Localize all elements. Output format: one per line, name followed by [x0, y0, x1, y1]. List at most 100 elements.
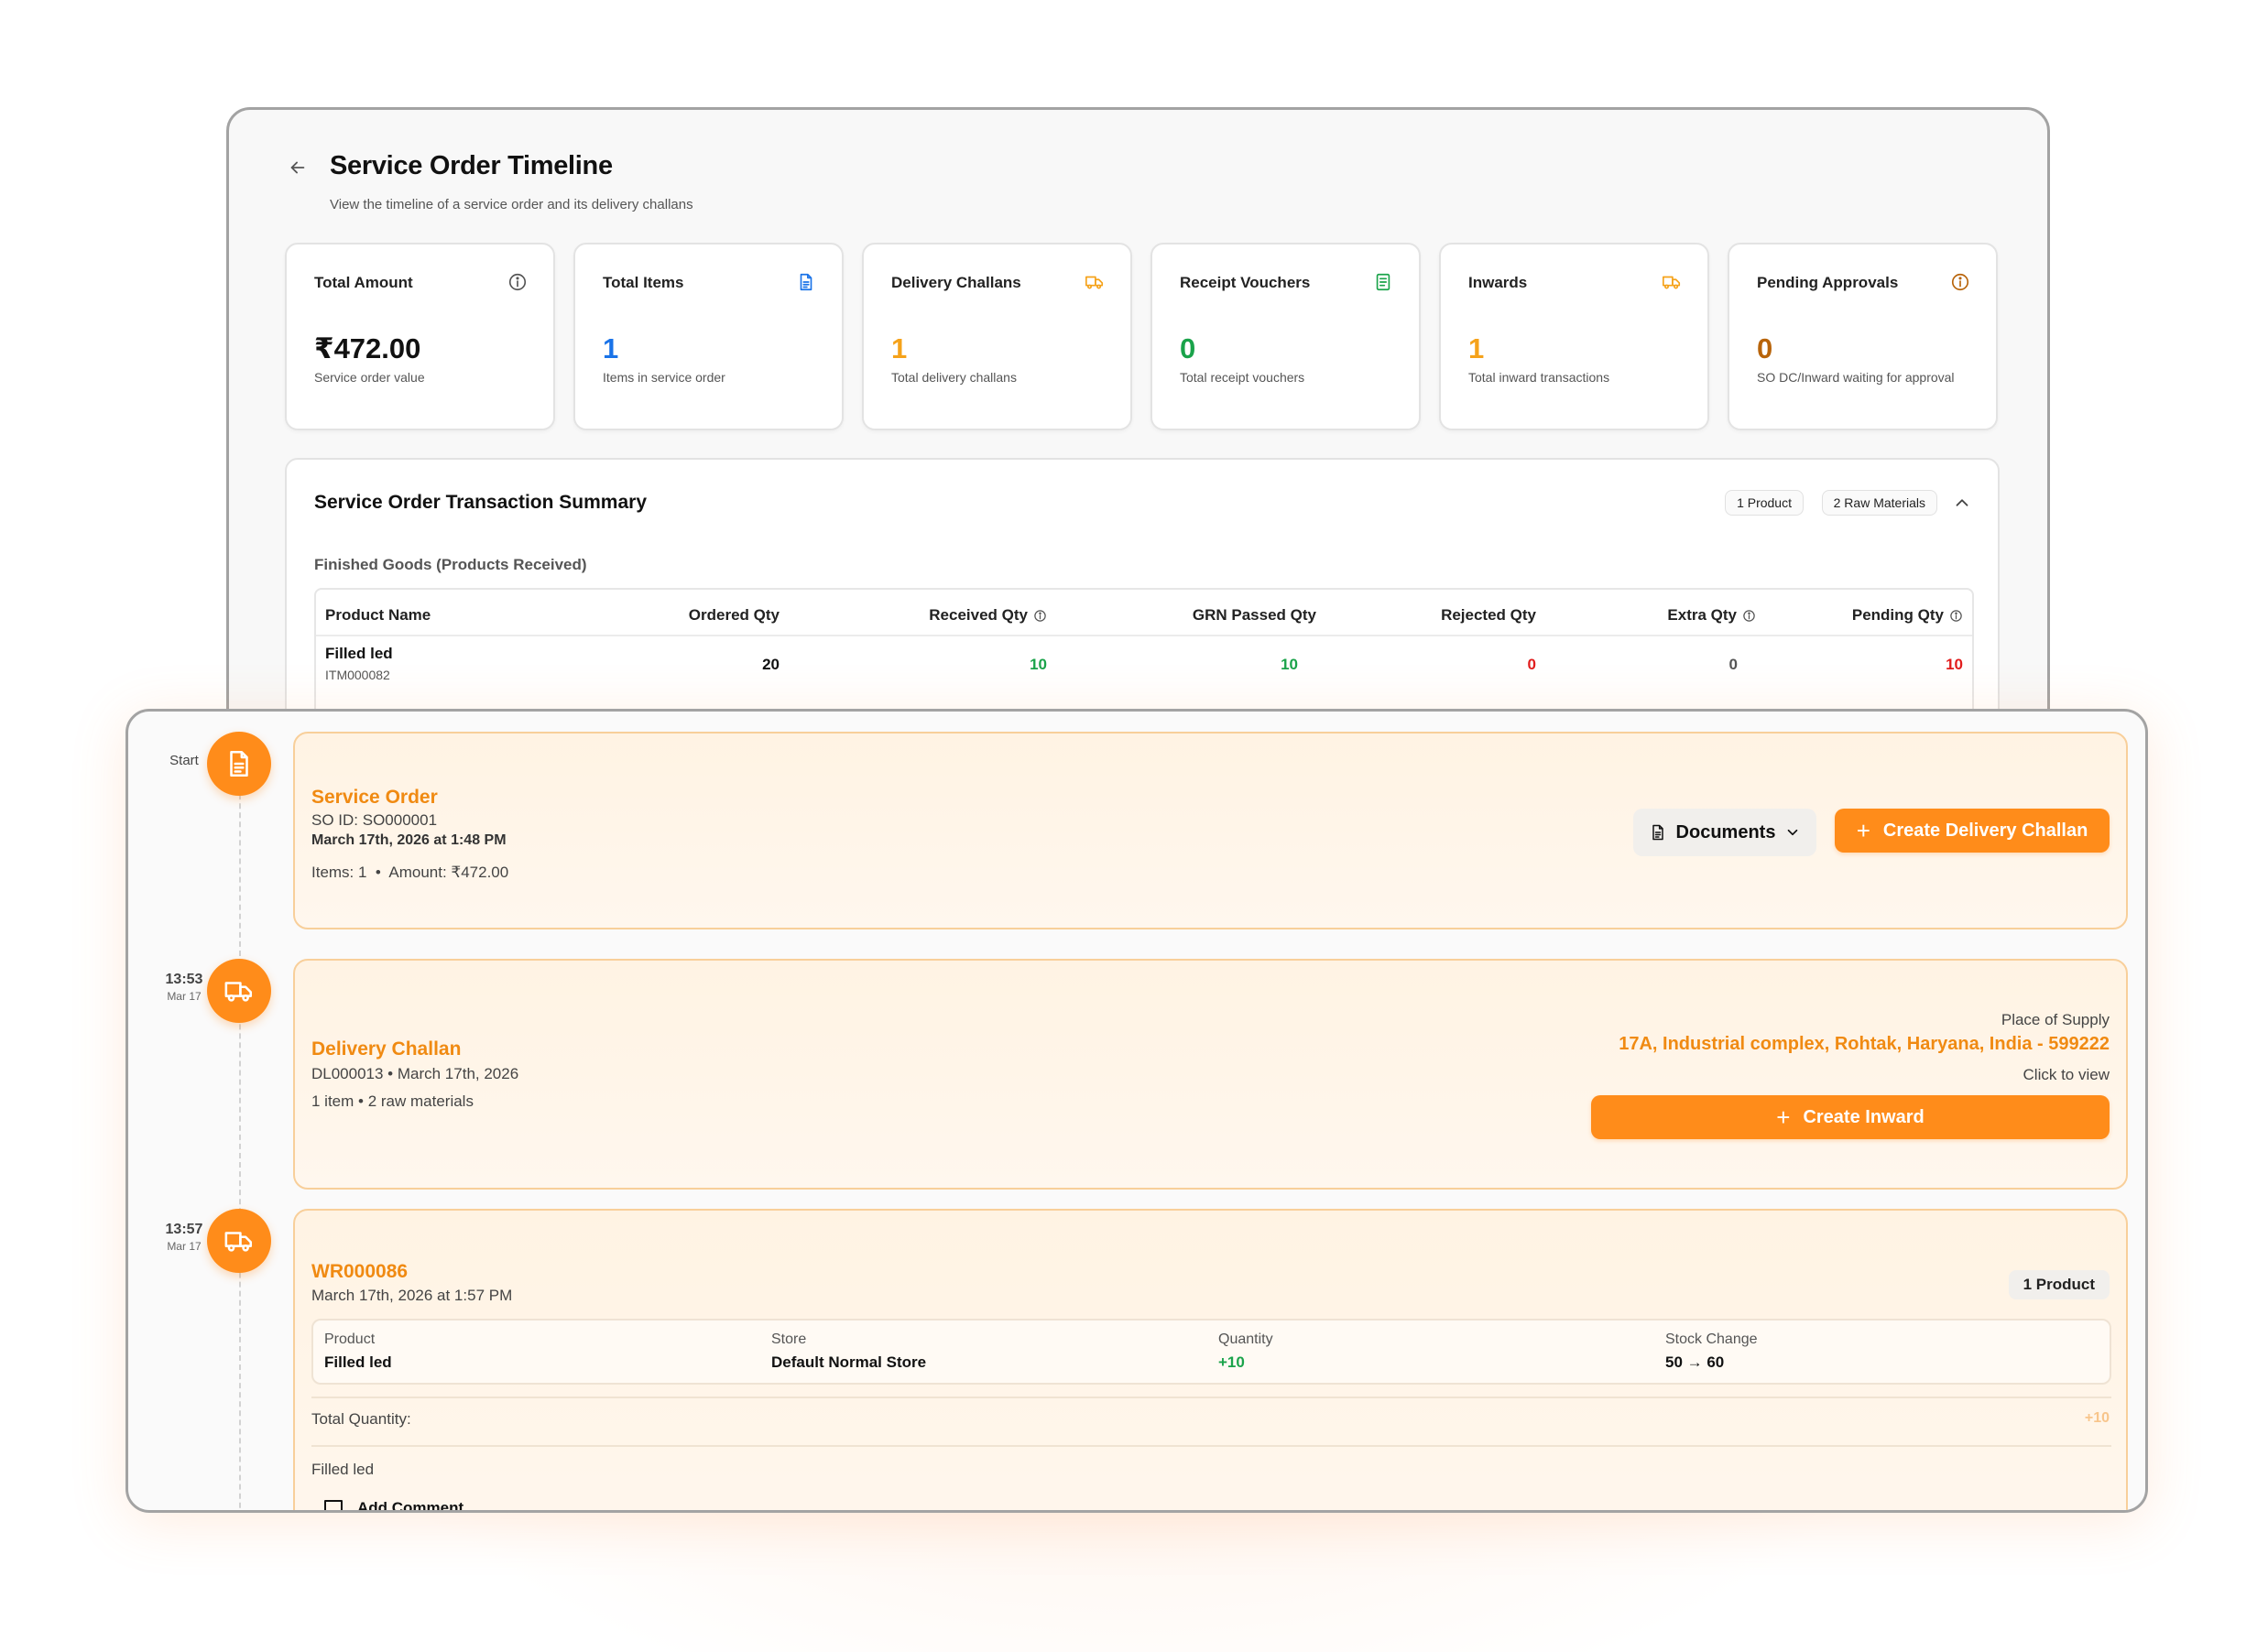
timeline-line — [239, 766, 241, 1510]
raw-materials-badge: 2 Raw Materials — [1821, 490, 1937, 516]
dc-id-date: DL000013 • March 17th, 2026 — [311, 1065, 519, 1082]
document-icon — [230, 750, 248, 777]
product-count-badge: 1 Product — [1725, 490, 1804, 516]
so-date: March 17th, 2026 at 1:48 PM — [311, 832, 507, 848]
extra-qty: 0 — [1728, 656, 1738, 673]
inward-items-table: Product Filled led Store Default Normal … — [311, 1319, 2111, 1385]
stat-label: Total Amount — [314, 274, 413, 291]
column-header: Rejected Qty — [1441, 606, 1536, 624]
stat-desc: Total delivery challans — [891, 370, 1017, 385]
inward-event: WR000086 March 17th, 2026 at 1:57 PM 1 P… — [293, 1209, 2128, 1513]
pending-qty: 10 — [1946, 656, 1963, 673]
button-label: Create Delivery Challan — [1882, 820, 2088, 841]
create-inward-button[interactable]: + Create Inward — [1591, 1095, 2110, 1139]
truck-icon — [1085, 276, 1104, 289]
so-items-amount: Items: 1 • Amount: ₹472.00 — [311, 864, 509, 881]
add-comment-button[interactable]: Add Comment — [322, 1497, 464, 1513]
column-header: Pending Qty — [1782, 606, 1963, 625]
create-delivery-challan-button[interactable]: + Create Delivery Challan — [1835, 809, 2110, 853]
column-header: Ordered Qty — [688, 606, 780, 624]
stat-value: 1 — [1468, 332, 1485, 364]
column-header: Product Name — [325, 606, 431, 624]
info-icon[interactable] — [1033, 609, 1047, 623]
truck-icon — [224, 1232, 253, 1252]
stat-card-total-items: Total Items 1 Items in service order — [573, 243, 844, 430]
stat-card-delivery-challans: Delivery Challans 1 Total delivery chall… — [862, 243, 1132, 430]
stats-cards: Total Amount ₹472.00 Service order value… — [285, 243, 2000, 430]
product-cell: Product Filled led — [324, 1331, 392, 1372]
product-count-badge: 1 Product — [2008, 1270, 2110, 1299]
service-order-node — [207, 732, 271, 796]
stat-desc: Items in service order — [603, 370, 725, 385]
stat-label: Receipt Vouchers — [1180, 274, 1311, 291]
header-divider — [316, 635, 1972, 636]
stat-desc: SO DC/Inward waiting for approval — [1757, 370, 1955, 385]
documents-dropdown[interactable]: Documents — [1633, 809, 1816, 856]
delivery-challan-node — [207, 959, 271, 1023]
stat-card-total-amount: Total Amount ₹472.00 Service order value — [285, 243, 555, 430]
place-of-supply-address[interactable]: 17A, Industrial complex, Rohtak, Haryana… — [1619, 1034, 2110, 1055]
document-icon — [800, 273, 812, 291]
ordered-qty: 20 — [762, 656, 780, 673]
product-code: ITM000082 — [325, 668, 390, 682]
stat-value: 0 — [1757, 332, 1773, 364]
received-qty: 10 — [1030, 656, 1047, 673]
stat-label: Pending Approvals — [1757, 274, 1899, 291]
divider — [311, 1445, 2111, 1447]
stat-label: Delivery Challans — [891, 274, 1021, 291]
dc-items: 1 item • 2 raw materials — [311, 1092, 474, 1110]
inward-note: Filled led — [311, 1461, 375, 1478]
stat-desc: Service order value — [314, 370, 425, 385]
section-subtitle: Finished Goods (Products Received) — [314, 556, 587, 573]
info-icon[interactable] — [1742, 609, 1756, 623]
back-button[interactable] — [288, 158, 315, 185]
add-comment-label: Add Comment — [357, 1499, 464, 1513]
receipt-icon — [1376, 273, 1390, 291]
event-title: Service Order — [311, 787, 438, 808]
delivery-challan-event[interactable]: Delivery Challan DL000013 • March 17th, … — [293, 959, 2128, 1190]
stat-value: 0 — [1180, 332, 1196, 364]
stat-desc: Total inward transactions — [1468, 370, 1610, 385]
cell-value: Default Normal Store — [771, 1353, 927, 1371]
stat-value: ₹472.00 — [314, 332, 421, 364]
store-cell: Store Default Normal Store — [771, 1331, 926, 1372]
place-of-supply-label: Place of Supply — [2001, 1011, 2110, 1028]
page-title: Service Order Timeline — [330, 151, 613, 180]
stat-card-receipt-vouchers: Receipt Vouchers 0 Total receipt voucher… — [1150, 243, 1421, 430]
cell-value: Filled led — [324, 1353, 392, 1371]
stat-value: 1 — [891, 332, 908, 364]
timeline-window: Start Service Order SO ID: SO000001 Marc… — [125, 709, 2148, 1513]
divider — [311, 1397, 2111, 1398]
cell-label: Quantity — [1218, 1331, 1273, 1347]
column-header: Received Qty — [884, 606, 1047, 625]
chevron-up-icon[interactable] — [1952, 493, 1972, 513]
inward-node — [207, 1209, 271, 1273]
stat-label: Inwards — [1468, 274, 1528, 291]
service-order-window: Service Order Timeline View the timeline… — [226, 107, 2050, 766]
so-id: SO ID: SO000001 — [311, 811, 438, 829]
info-icon — [508, 273, 527, 291]
event-title[interactable]: WR000086 — [311, 1261, 408, 1283]
info-icon[interactable] — [1949, 609, 1963, 623]
total-quantity-label: Total Quantity: — [311, 1410, 411, 1428]
cell-label: Product — [324, 1331, 376, 1347]
product-name: Filled led — [325, 645, 393, 662]
documents-label: Documents — [1675, 821, 1776, 842]
cell-value: 50 → 60 — [1665, 1353, 1725, 1371]
click-to-view-link[interactable]: Click to view — [2023, 1066, 2110, 1084]
cell-label: Stock Change — [1665, 1331, 1758, 1347]
stock-change-cell: Stock Change 50 → 60 — [1665, 1331, 1758, 1372]
stat-value: 1 — [603, 332, 619, 364]
summary-title: Service Order Transaction Summary — [314, 492, 647, 513]
plus-icon: + — [1776, 1103, 1791, 1131]
inward-date: March 17th, 2026 at 1:57 PM — [311, 1287, 513, 1304]
cell-label: Store — [771, 1331, 807, 1347]
cell-value: +10 — [1218, 1353, 1245, 1371]
page-subtitle: View the timeline of a service order and… — [330, 197, 693, 212]
plus-icon: + — [1856, 817, 1870, 844]
truck-icon — [224, 982, 253, 1002]
stat-card-pending-approvals: Pending Approvals 0 SO DC/Inward waiting… — [1728, 243, 1998, 430]
event-title: Delivery Challan — [311, 1038, 462, 1060]
total-quantity-value: +10 — [2084, 1410, 2110, 1426]
grn-passed-qty: 10 — [1281, 656, 1298, 673]
